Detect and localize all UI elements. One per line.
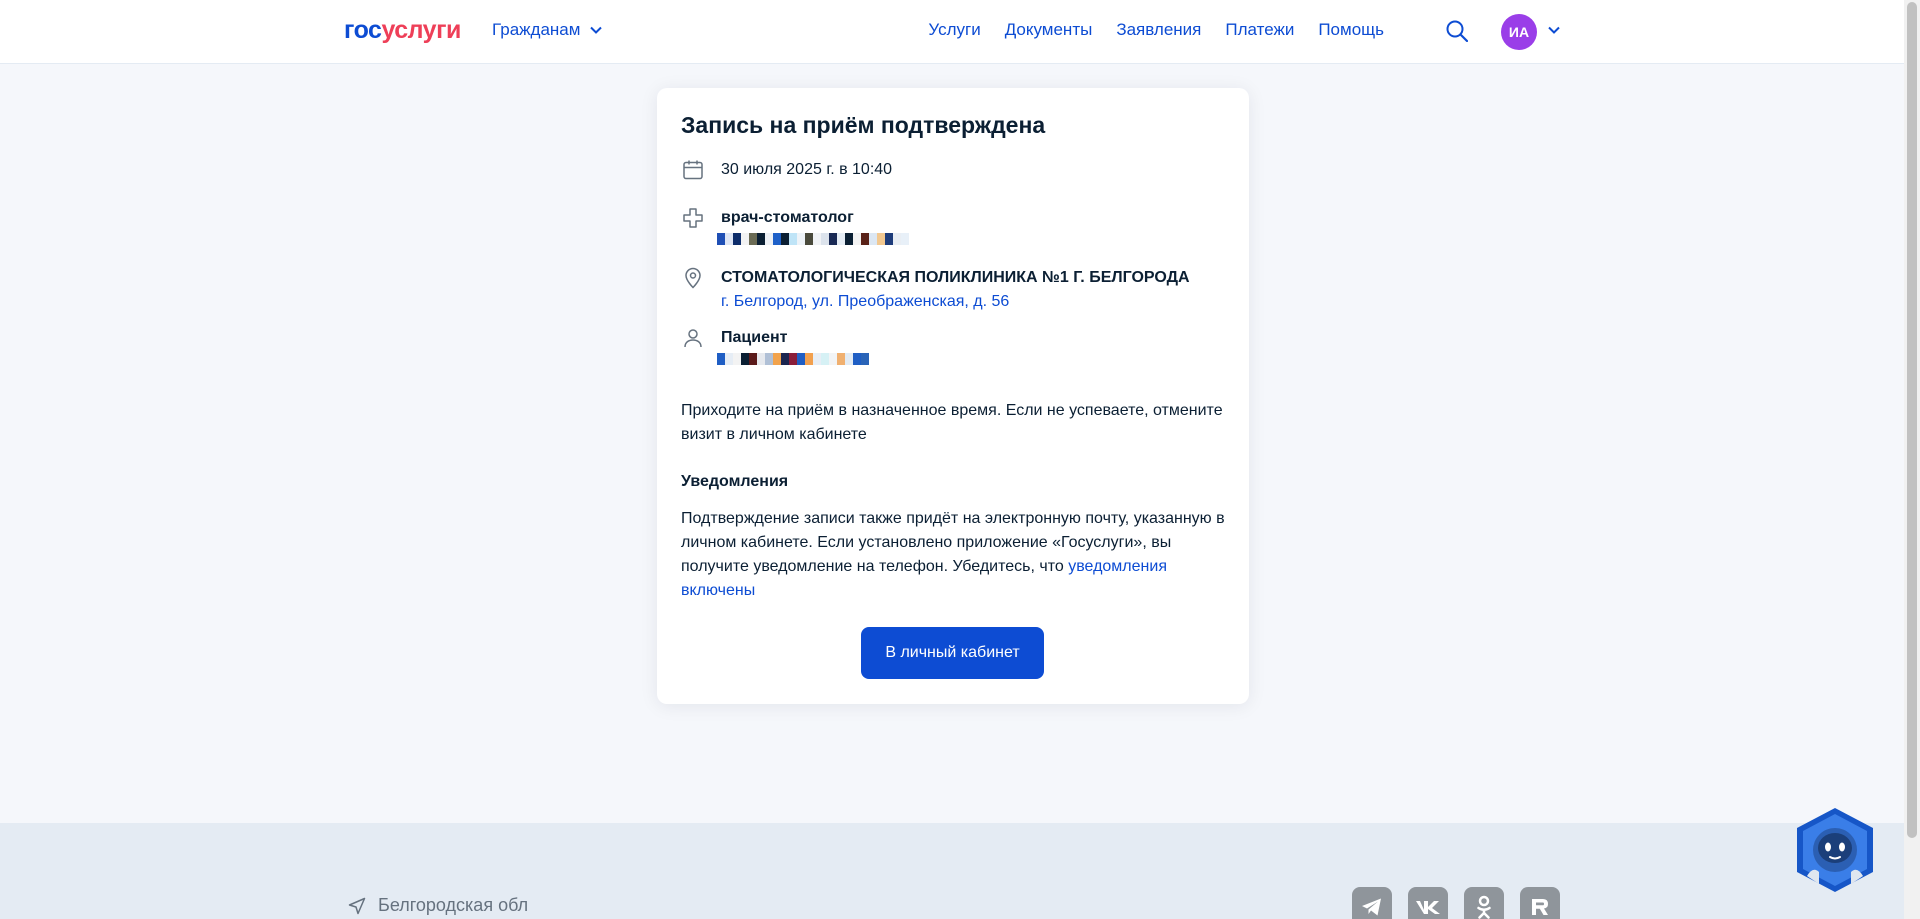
- citizens-menu[interactable]: Гражданам: [492, 20, 603, 40]
- calendar-icon: [683, 160, 703, 180]
- notifications-heading: Уведомления: [681, 473, 789, 490]
- top-header: госуслуги Гражданам Услуги Документы Зая…: [0, 0, 1904, 64]
- medical-cross-icon: [683, 208, 703, 228]
- appointment-card: Запись на приём подтверждена 30 июля 202…: [657, 88, 1249, 704]
- doctor-row: врач-стоматолог: [681, 206, 909, 245]
- chevron-down-icon: [590, 26, 603, 34]
- personal-cabinet-button[interactable]: В личный кабинет: [861, 627, 1044, 679]
- redacted-patient-name: [717, 353, 869, 365]
- region-label: Белгородская обл: [378, 895, 529, 915]
- location-arrow-icon: [348, 897, 366, 914]
- chevron-down-icon[interactable]: [1548, 26, 1560, 34]
- clinic-name: СТОМАТОЛОГИЧЕСКАЯ ПОЛИКЛИНИКА №1 Г. БЕЛГ…: [721, 269, 1190, 286]
- datetime-row: 30 июля 2025 г. в 10:40: [681, 158, 892, 182]
- nav-applications[interactable]: Заявления: [1116, 20, 1201, 40]
- appointment-datetime: 30 июля 2025 г. в 10:40: [721, 161, 893, 178]
- patient-row: Пациент: [681, 326, 869, 365]
- redacted-doctor-name: [717, 233, 909, 245]
- main-nav: Услуги Документы Заявления Платежи Помощ…: [928, 20, 1384, 40]
- region-selector[interactable]: Белгородская обл: [348, 895, 528, 916]
- notifications-text: Подтверждение записи также придёт на эле…: [681, 510, 1225, 599]
- robot-assistant-icon: [1797, 808, 1873, 892]
- search-icon[interactable]: [1446, 20, 1468, 42]
- odnoklassniki-icon[interactable]: [1464, 887, 1504, 919]
- vk-icon[interactable]: [1408, 887, 1448, 919]
- scrollbar-thumb[interactable]: [1907, 2, 1917, 838]
- nav-payments[interactable]: Платежи: [1225, 20, 1294, 40]
- nav-services[interactable]: Услуги: [928, 20, 980, 40]
- info-text: Приходите на приём в назначенное время. …: [681, 402, 1223, 443]
- clinic-row: СТОМАТОЛОГИЧЕСКАЯ ПОЛИКЛИНИКА №1 Г. БЕЛГ…: [681, 266, 1190, 314]
- rutube-icon[interactable]: [1520, 887, 1560, 919]
- social-links: [1352, 887, 1560, 919]
- user-icon: [684, 329, 702, 348]
- citizens-label: Гражданам: [492, 20, 581, 39]
- clinic-address-link[interactable]: г. Белгород, ул. Преображенская, д. 56: [721, 293, 1009, 310]
- gosuslugi-logo[interactable]: госуслуги: [344, 16, 461, 45]
- page-scrollbar[interactable]: [1904, 0, 1920, 919]
- patient-label: Пациент: [721, 329, 788, 346]
- nav-documents[interactable]: Документы: [1005, 20, 1093, 40]
- doctor-specialty: врач-стоматолог: [721, 209, 854, 226]
- location-pin-icon: [685, 267, 701, 289]
- avatar[interactable]: ИА: [1501, 14, 1537, 50]
- virtual-assistant-button[interactable]: [1793, 806, 1877, 896]
- telegram-icon[interactable]: [1352, 887, 1392, 919]
- footer: Белгородская обл: [0, 823, 1904, 919]
- page-title: Запись на приём подтверждена: [681, 112, 1046, 138]
- nav-help[interactable]: Помощь: [1318, 20, 1384, 40]
